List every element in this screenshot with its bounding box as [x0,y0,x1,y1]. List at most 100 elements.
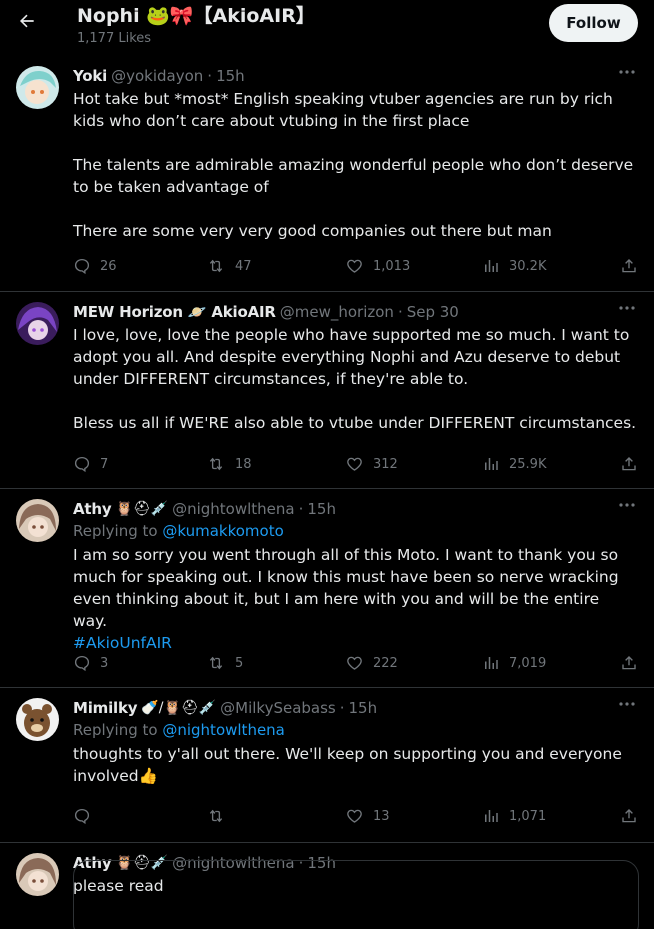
tweet-actions: 26 47 1,013 30.2K [73,255,638,277]
views-bars-icon [485,458,498,470]
avatar[interactable] [16,853,59,896]
reply-button[interactable]: 7 [73,453,108,475]
more-dots-icon [619,702,635,706]
more-button[interactable] [616,65,638,79]
tweet-paragraph: I love, love, love the people who have s… [73,326,630,388]
heart-icon [347,259,362,273]
separator-dot: · [298,500,304,518]
separator-dot: · [397,303,403,321]
reply-bubble-icon [74,808,90,825]
tweet-paragraph: Hot take but *most* English speaking vtu… [73,90,613,130]
like-count: 222 [373,655,398,671]
avatar[interactable] [16,66,59,109]
reply-count: 3 [100,655,109,671]
retweet-count: 18 [235,456,252,472]
like-count: 312 [373,456,398,472]
avatar-image [16,499,59,542]
avatar-image [16,66,59,109]
avatar[interactable] [16,698,59,741]
retweet-button[interactable]: 5 [206,652,243,674]
reply-button[interactable] [73,805,100,827]
views-count: 25.9K [509,456,547,472]
views-button[interactable]: 7,019 [482,652,546,674]
retweet-count: 5 [235,655,244,671]
tweet-paragraph: I am so sorry you went through all of th… [73,546,619,630]
tweet-text: Hot take but *most* English speaking vtu… [73,88,638,242]
replying-to: Replying to @kumakkomoto [73,520,638,542]
back-button[interactable] [12,6,42,36]
like-button[interactable]: 13 [345,805,390,827]
reply-count: 7 [100,456,109,472]
replying-to-link[interactable]: @kumakkomoto [162,522,283,540]
retweet-button[interactable] [206,805,235,827]
share-upload-icon [622,809,636,823]
replying-to: Replying to @nightowlthena [73,719,638,741]
more-dots-icon [619,503,635,507]
avatar[interactable] [16,499,59,542]
tweet-text: I love, love, love the people who have s… [73,324,638,434]
tweet[interactable]: Yoki @yokidayon · 15h Hot take but *most… [0,56,654,292]
retweet-button[interactable]: 18 [206,453,252,475]
views-button[interactable]: 1,071 [482,805,546,827]
tweet-feed: Yoki @yokidayon · 15h Hot take but *most… [0,56,654,929]
like-count: 13 [373,808,390,824]
retweet-icon [209,457,223,471]
share-upload-icon [622,457,636,471]
handle[interactable]: @yokidayon [111,66,203,86]
handle[interactable]: @MilkySeabass [220,698,336,718]
avatar[interactable] [16,302,59,345]
follow-button[interactable]: Follow [549,4,638,42]
retweet-count: 47 [235,258,252,274]
more-button[interactable] [616,498,638,512]
display-name[interactable]: Yoki [73,66,107,86]
reply-button[interactable]: 3 [73,652,108,674]
tweet[interactable]: Mimilky 🍼/🦉⛑💉 @MilkySeabass · 15h Replyi… [0,688,654,843]
heart-icon [347,809,362,823]
share-upload-icon [622,656,636,670]
embedded-card[interactable] [73,860,639,929]
share-button[interactable] [620,652,638,674]
share-button[interactable] [620,805,638,827]
share-button[interactable] [620,255,638,277]
handle[interactable]: @mew_horizon [280,302,394,322]
timestamp[interactable]: 15h [216,66,245,86]
like-button[interactable]: 1,013 [345,255,410,277]
tweet[interactable]: Athy 🦉⛑💉 @nightowlthena · 15h Replying t… [0,489,654,688]
views-button[interactable]: 30.2K [482,255,546,277]
like-button[interactable]: 312 [345,453,398,475]
views-count: 30.2K [509,258,547,274]
views-count: 1,071 [509,808,547,824]
timestamp[interactable]: 15h [349,698,378,718]
more-button[interactable] [616,301,638,315]
profile-header: Nophi 🐸🎀【AkioAIR】 1,177 Likes Follow [0,0,654,56]
replying-to-prefix: Replying to [73,721,158,739]
more-button[interactable] [616,697,638,711]
retweet-icon [209,656,223,670]
hashtag-link[interactable]: #AkioUnfAIR [73,632,638,654]
likes-count: 1,177 Likes [77,31,152,46]
tweet-paragraph: There are some very very good companies … [73,222,552,240]
tweet[interactable]: MEW Horizon 🪐 AkioAIR @mew_horizon · Sep… [0,292,654,489]
views-bars-icon [485,657,498,669]
handle[interactable]: @nightowlthena [172,499,295,519]
timestamp[interactable]: 15h [307,499,336,519]
views-button[interactable]: 25.9K [482,453,546,475]
timestamp[interactable]: Sep 30 [407,302,459,322]
reply-button[interactable]: 26 [73,255,117,277]
views-count: 7,019 [509,655,547,671]
replying-to-link[interactable]: @nightowlthena [162,721,285,739]
display-name[interactable]: Athy [73,499,112,519]
separator-dot: · [207,67,213,85]
like-button[interactable]: 222 [345,652,398,674]
share-button[interactable] [620,453,638,475]
views-bars-icon [485,260,498,272]
views-bars-icon [485,810,498,822]
name-emoji: 🍼/🦉⛑💉 [141,700,217,716]
display-name[interactable]: Mimilky [73,698,138,718]
reply-bubble-icon [74,258,90,275]
heart-icon [347,656,362,670]
display-name[interactable]: MEW Horizon 🪐 AkioAIR [73,302,276,322]
retweet-icon [209,259,223,273]
retweet-button[interactable]: 47 [206,255,252,277]
avatar-image [16,853,59,896]
